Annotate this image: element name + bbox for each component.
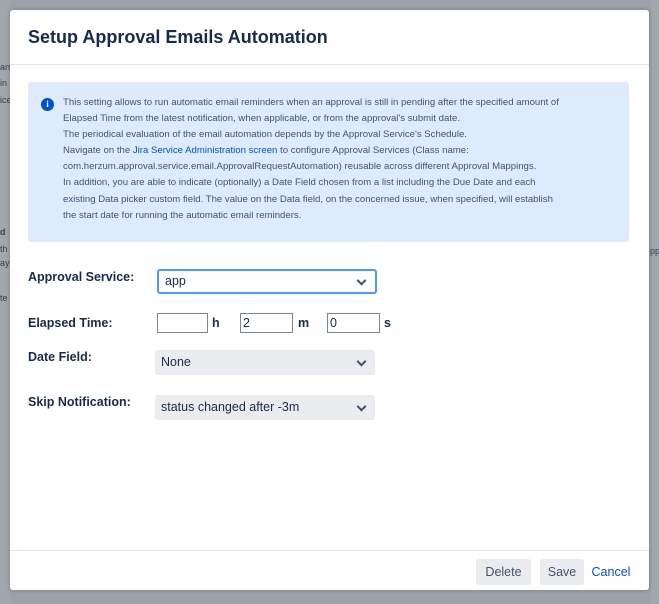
info-text-line: The periodical evaluation of the email a… — [63, 129, 467, 141]
info-icon: i — [41, 98, 54, 111]
minutes-unit-label: m — [298, 316, 310, 330]
dialog-header: Setup Approval Emails Automation — [10, 10, 649, 65]
chevron-down-icon — [356, 401, 367, 412]
date-field-value: None — [161, 355, 191, 369]
dialog-footer: Delete Save Cancel — [10, 550, 649, 590]
approval-service-select[interactable]: app — [157, 269, 377, 294]
info-text-line: Elapsed Time from the latest notificatio… — [63, 113, 460, 125]
skip-notification-value: status changed after -3m — [161, 400, 300, 414]
skip-notification-select[interactable]: status changed after -3m — [155, 395, 375, 420]
approval-service-label: Approval Service: — [28, 270, 135, 284]
background-right-strip — [651, 0, 659, 604]
background-text: te — [0, 293, 8, 303]
seconds-unit-label: s — [384, 316, 391, 330]
dialog-title: Setup Approval Emails Automation — [28, 27, 328, 47]
elapsed-time-label: Elapsed Time: — [28, 316, 113, 330]
info-text-line: This setting allows to run automatic ema… — [63, 97, 559, 108]
info-text-segment: Navigate on the — [63, 145, 133, 157]
info-text-line: the start date for running the automatic… — [63, 209, 302, 221]
cancel-button[interactable]: Cancel — [590, 559, 632, 585]
background-text: ay — [0, 258, 10, 268]
chevron-down-icon — [356, 356, 367, 367]
save-button[interactable]: Save — [540, 559, 584, 585]
info-message: i This setting allows to run automatic e… — [28, 82, 629, 242]
info-text-line: Navigate on the Jira Service Administrat… — [63, 143, 619, 159]
date-field-label: Date Field: — [28, 350, 92, 364]
approval-automation-dialog: Setup Approval Emails Automation i This … — [10, 10, 649, 590]
skip-notification-label: Skip Notification: — [28, 395, 131, 409]
elapsed-minutes-input[interactable]: 2 — [240, 313, 293, 333]
delete-button[interactable]: Delete — [476, 559, 531, 585]
background-text: pp — [650, 246, 659, 256]
hours-unit-label: h — [212, 316, 220, 330]
date-field-select[interactable]: None — [155, 350, 375, 375]
approval-service-value: app — [165, 274, 186, 288]
info-text-line: existing Data picker custom field. The v… — [63, 193, 553, 205]
info-text-line: In addition, you are able to indicate (o… — [63, 177, 536, 189]
elapsed-hours-input[interactable] — [157, 313, 208, 333]
info-text-segment: to configure Approval Services (Class na… — [277, 145, 469, 157]
chevron-down-icon — [356, 275, 367, 286]
info-text-line: com.herzum.approval.service.email.Approv… — [63, 161, 537, 173]
background-text: th — [0, 244, 8, 254]
elapsed-seconds-input[interactable]: 0 — [327, 313, 380, 333]
background-text: d — [0, 227, 6, 237]
jira-service-administration-link[interactable]: Jira Service Administration screen — [133, 145, 278, 156]
background-text: in — [0, 78, 8, 88]
